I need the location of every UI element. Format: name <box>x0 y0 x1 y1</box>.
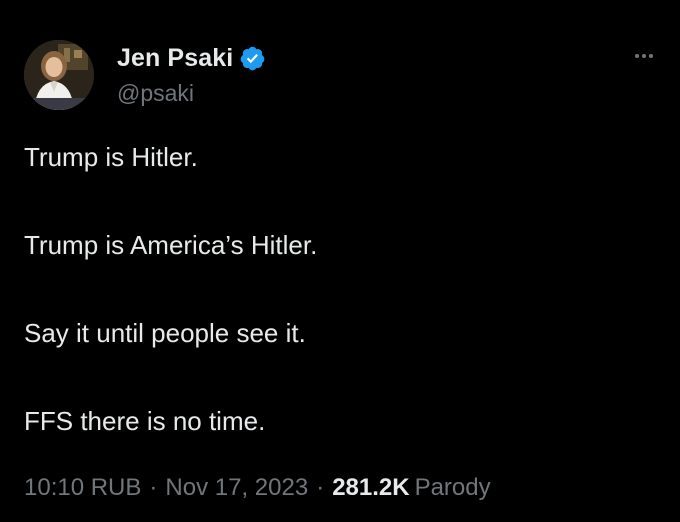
views-count[interactable]: 281.2K <box>332 474 409 502</box>
tweet-card: Jen Psaki @psaki Trump is Hitler. Trump … <box>0 0 680 522</box>
tweet-date[interactable]: Nov 17, 2023 <box>165 474 308 502</box>
author-display-name[interactable]: Jen Psaki <box>117 44 233 73</box>
views-label: Parody <box>414 474 491 501</box>
meta-separator: · <box>149 474 158 501</box>
tweet-text-line: FFS there is no time. <box>24 406 266 436</box>
tweet-meta: 10:10 RUB · Nov 17, 2023 · 281.2K Parody <box>24 474 491 502</box>
meta-separator: · <box>316 474 325 501</box>
author-name-row: Jen Psaki <box>117 40 266 76</box>
tweet-text-line: Trump is Hitler. <box>24 142 198 172</box>
tweet-time[interactable]: 10:10 RUB <box>24 474 141 502</box>
more-options-icon[interactable] <box>624 36 664 76</box>
verified-badge-icon <box>239 45 266 72</box>
author-handle[interactable]: @psaki <box>117 80 194 107</box>
avatar[interactable] <box>24 40 94 110</box>
tweet-text-line: Say it until people see it. <box>24 318 306 348</box>
tweet-text-line: Trump is America’s Hitler. <box>24 230 318 260</box>
avatar-image <box>24 40 94 110</box>
